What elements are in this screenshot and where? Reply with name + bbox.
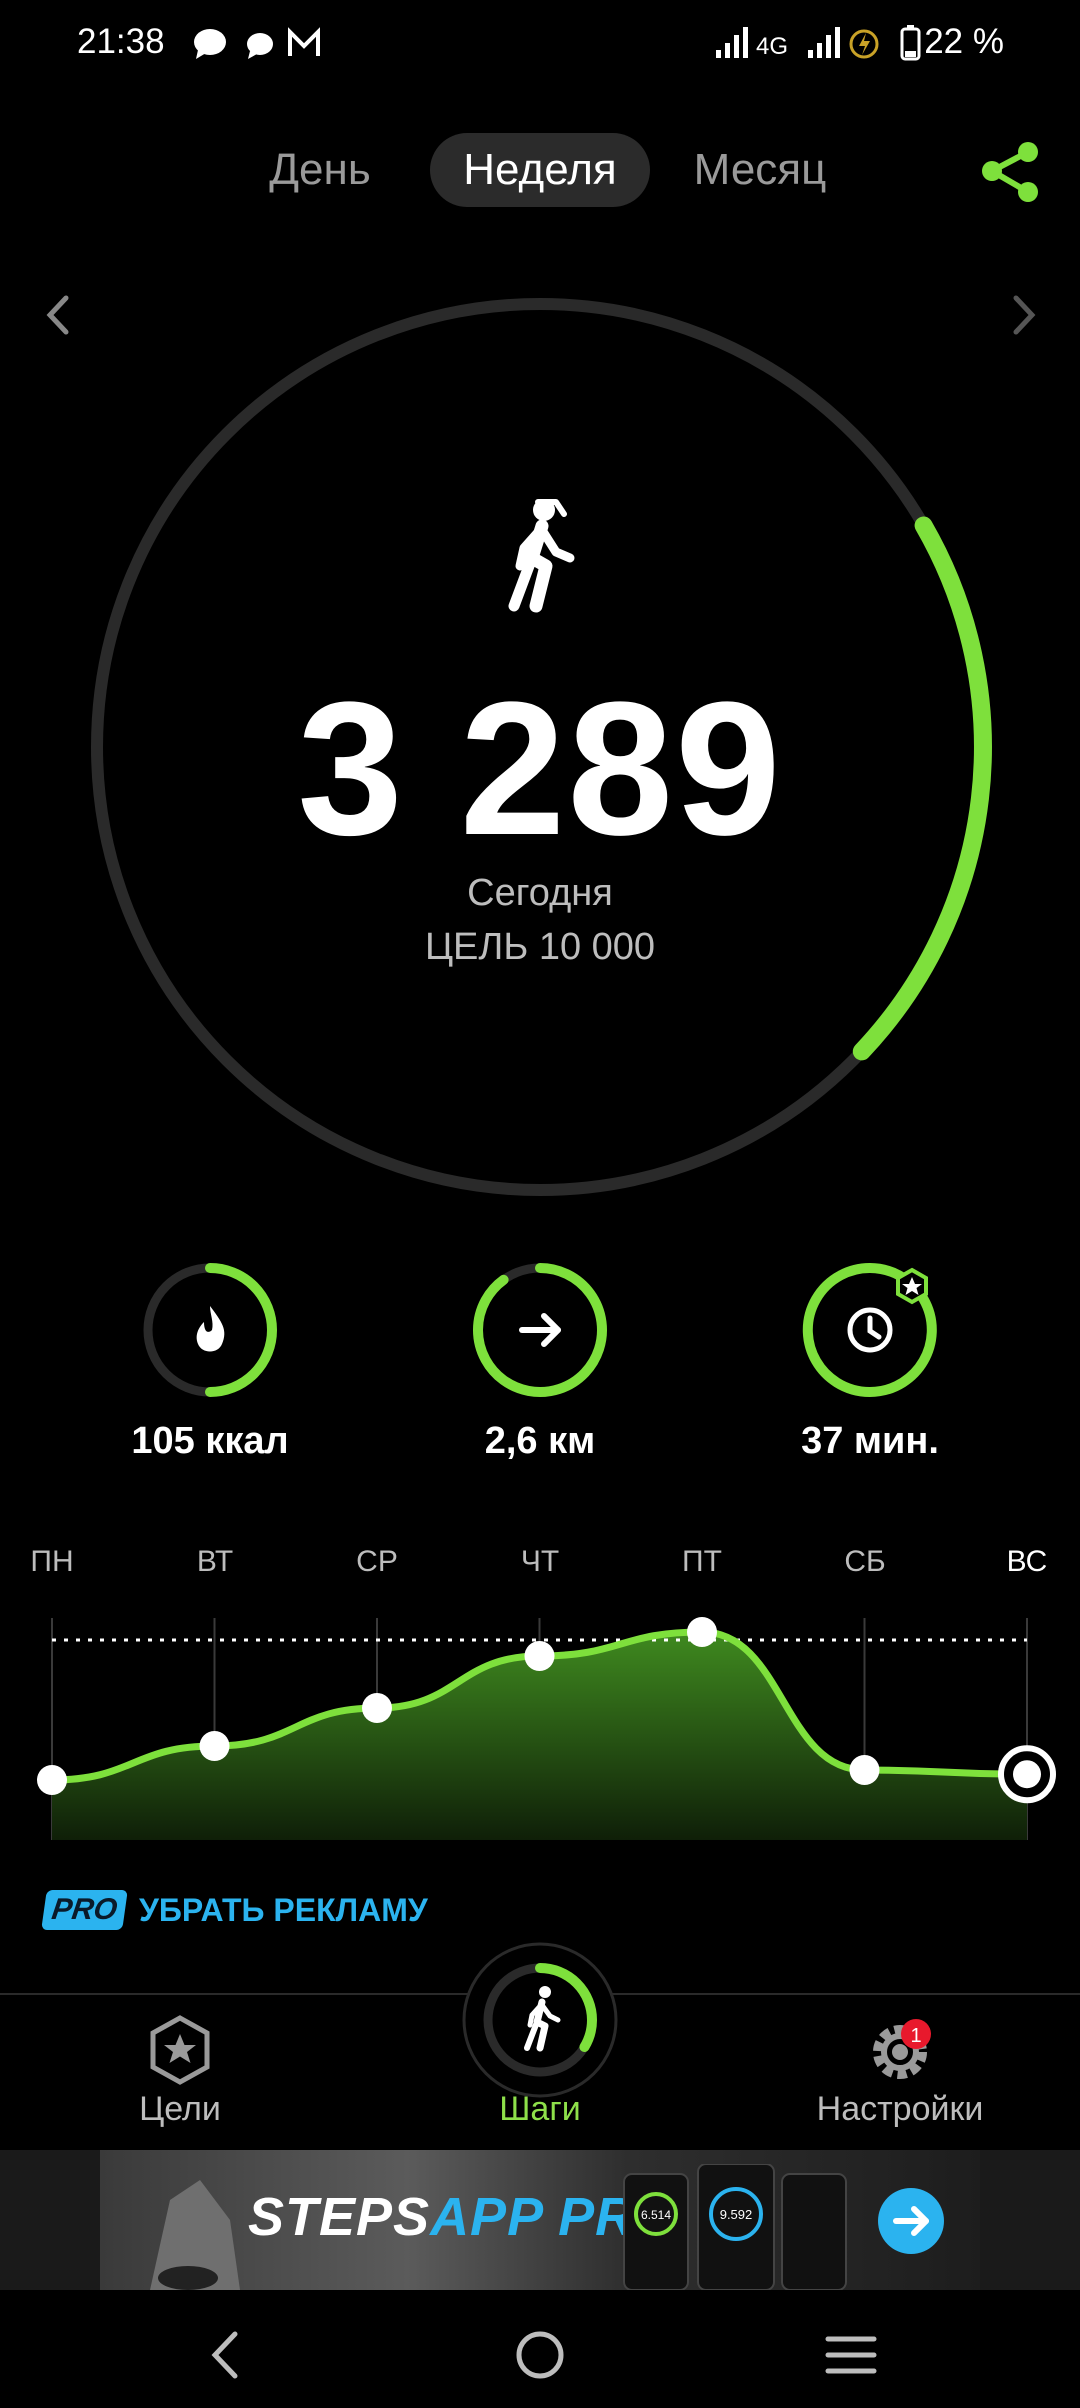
steps-period: Сегодня (467, 872, 613, 914)
arrow-right-icon (519, 1313, 561, 1347)
pro-badge: PRO (41, 1890, 128, 1930)
settings-nav-icon[interactable]: 1 (862, 2010, 950, 2090)
chart-day-label-selected: ВС (1006, 1545, 1048, 1578)
ad-phone-value-1: 6.514 (641, 2208, 671, 2222)
nav-label-settings[interactable]: Настройки (750, 2090, 1050, 2129)
steps-goal: ЦЕЛЬ 10 000 (424, 926, 656, 968)
chart-point (199, 1731, 230, 1761)
system-nav-bar (0, 2290, 1080, 2408)
calories-ring (143, 1263, 277, 1397)
chart-day-label: СБ (844, 1545, 886, 1578)
chart-point (362, 1693, 392, 1723)
ad-title: STEPSAPP PRO (248, 2186, 678, 2248)
chart-point (687, 1617, 717, 1647)
back-icon[interactable] (205, 2330, 245, 2380)
chart-day-label: ЧТ (520, 1545, 560, 1578)
chart-point (849, 1755, 880, 1785)
goals-nav-icon[interactable] (145, 2015, 215, 2085)
steps-nav-button[interactable] (450, 1930, 630, 2110)
remove-ads-link[interactable]: PRO УБРАТЬ РЕКЛАМУ (41, 1888, 428, 1932)
ad-arrow-button[interactable] (876, 2186, 946, 2256)
runner-shoes-image (150, 2180, 240, 2290)
chart-day-label: ПН (30, 1545, 74, 1578)
steps-progress-ring (91, 298, 992, 1196)
ad-phone-value-2: 9.592 (720, 2207, 753, 2222)
metric-rings (143, 1263, 937, 1397)
flame-icon (196, 1306, 225, 1352)
distance-value: 2,6 км (484, 1420, 596, 1462)
home-icon[interactable] (515, 2330, 565, 2380)
duration-value: 37 мин. (801, 1420, 939, 1462)
nav-label-goals[interactable]: Цели (30, 2090, 330, 2129)
notification-badge-count: 1 (910, 2025, 921, 2047)
walking-person-icon (508, 499, 575, 613)
ad-creative[interactable]: STEPSAPP PRO 6.514 9.592 (100, 2150, 980, 2290)
chart-point (1013, 1760, 1041, 1789)
nav-label-steps[interactable]: Шаги (390, 2090, 690, 2129)
ad-title-a: STEPS (248, 2187, 431, 2247)
star-badge-icon (896, 1267, 928, 1305)
week-steps-chart[interactable] (0, 1600, 1080, 1850)
chart-day-label: ПТ (682, 1545, 722, 1578)
chart-day-label: СР (356, 1545, 398, 1578)
duration-ring (802, 1263, 937, 1397)
star-badge-icon (164, 2034, 196, 2063)
distance-ring (472, 1263, 607, 1397)
recents-menu-icon[interactable] (825, 2334, 877, 2376)
remove-ads-text: УБРАТЬ РЕКЛАМУ (139, 1891, 428, 1928)
chart-day-label: ВТ (196, 1545, 234, 1578)
steps-count: 3 289 (297, 663, 783, 875)
chart-point (524, 1641, 555, 1671)
calories-value: 105 ккал (131, 1420, 289, 1462)
chart-point (37, 1765, 67, 1795)
phones-image: 6.514 9.592 (623, 2164, 847, 2290)
clock-icon (847, 1307, 893, 1353)
